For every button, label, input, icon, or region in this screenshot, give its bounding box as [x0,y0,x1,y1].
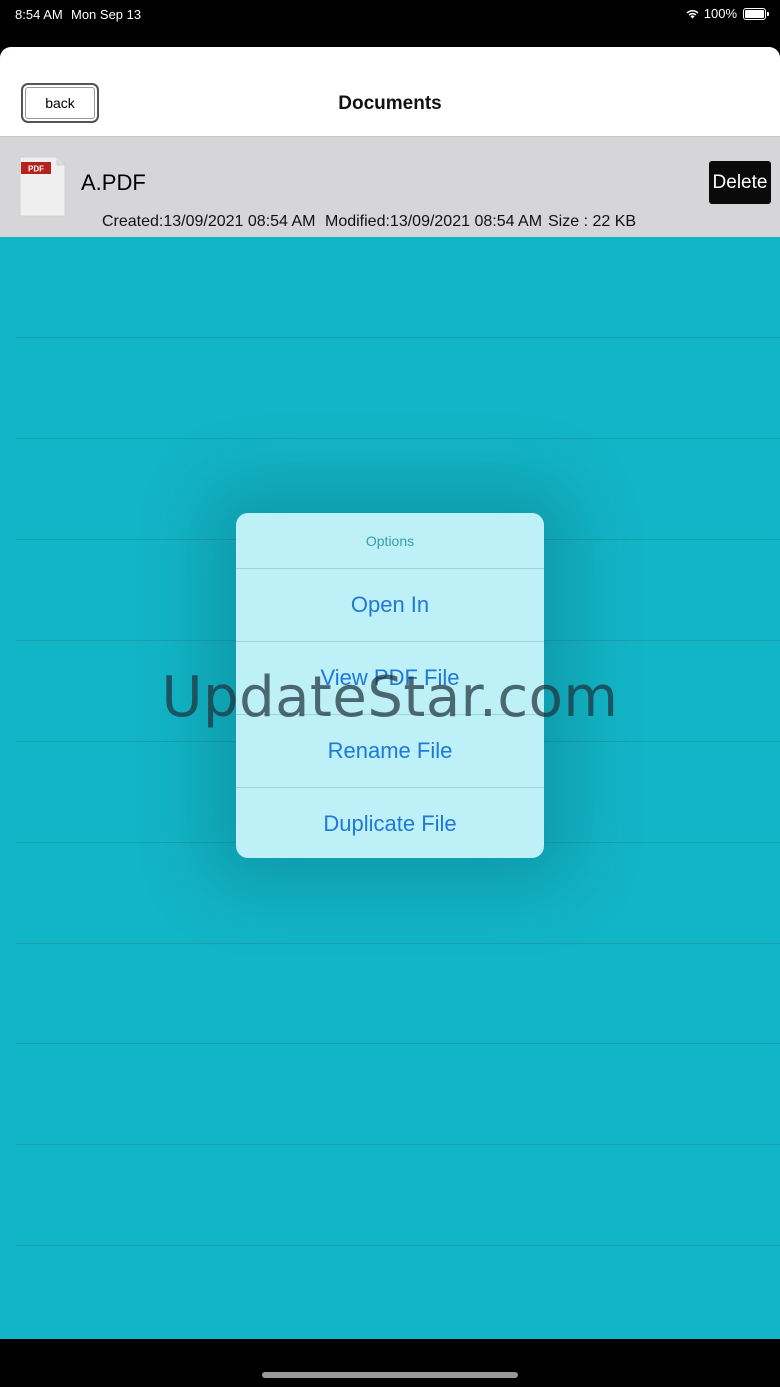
row-separator [16,337,780,338]
battery-icon [743,7,769,20]
wifi-icon [686,9,699,19]
file-created: Created:13/09/2021 08:54 AM [102,213,316,230]
row-separator [16,1043,780,1044]
home-indicator[interactable] [262,1372,518,1378]
row-separator [16,438,780,439]
pdf-badge-text: PDF [28,165,44,174]
file-size: Size : 22 KB [548,213,637,230]
navigation-bar: back Documents [0,47,780,137]
delete-button[interactable]: Delete [709,161,771,204]
open-in-option[interactable]: Open In [236,569,544,642]
battery-percent: 100% [703,6,737,21]
file-modified: Modified:13/09/2021 08:54 AM [325,213,543,230]
duplicate-file-option[interactable]: Duplicate File [236,788,544,858]
row-separator [16,943,780,944]
options-title: Options [236,513,544,569]
row-separator [16,1245,780,1246]
status-time: 8:54 AM [15,7,63,22]
file-list-item[interactable]: PDF A.PDF Created:13/09/2021 08:54 AM Mo… [0,137,780,237]
watermark-text: UpdateStar.com [161,665,619,730]
pdf-file-icon: PDF [19,156,66,217]
status-right: 100% [685,6,769,21]
row-separator [16,1144,780,1145]
status-bar: 8:54 AM Mon Sep 13 100% [0,0,780,30]
status-date: Mon Sep 13 [71,7,142,22]
file-name: A.PDF [81,170,146,195]
page-title: Documents [338,93,442,114]
